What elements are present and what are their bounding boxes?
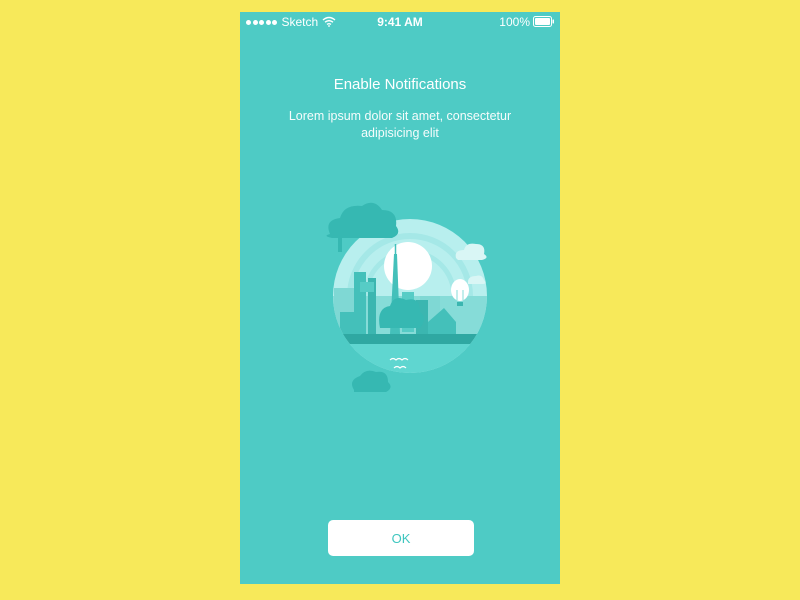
ok-button[interactable]: OK (328, 520, 474, 556)
battery-icon (533, 16, 554, 27)
city-illustration-icon (326, 202, 487, 392)
status-bar: Sketch 9:41 AM 100% (240, 12, 560, 32)
phone-screen: Sketch 9:41 AM 100% Enable Notifications… (240, 12, 560, 584)
page-subtitle: Lorem ipsum dolor sit amet, consectetur … (288, 109, 512, 140)
page-title: Enable Notifications (333, 76, 467, 93)
battery-percentage: 100% (499, 15, 530, 29)
